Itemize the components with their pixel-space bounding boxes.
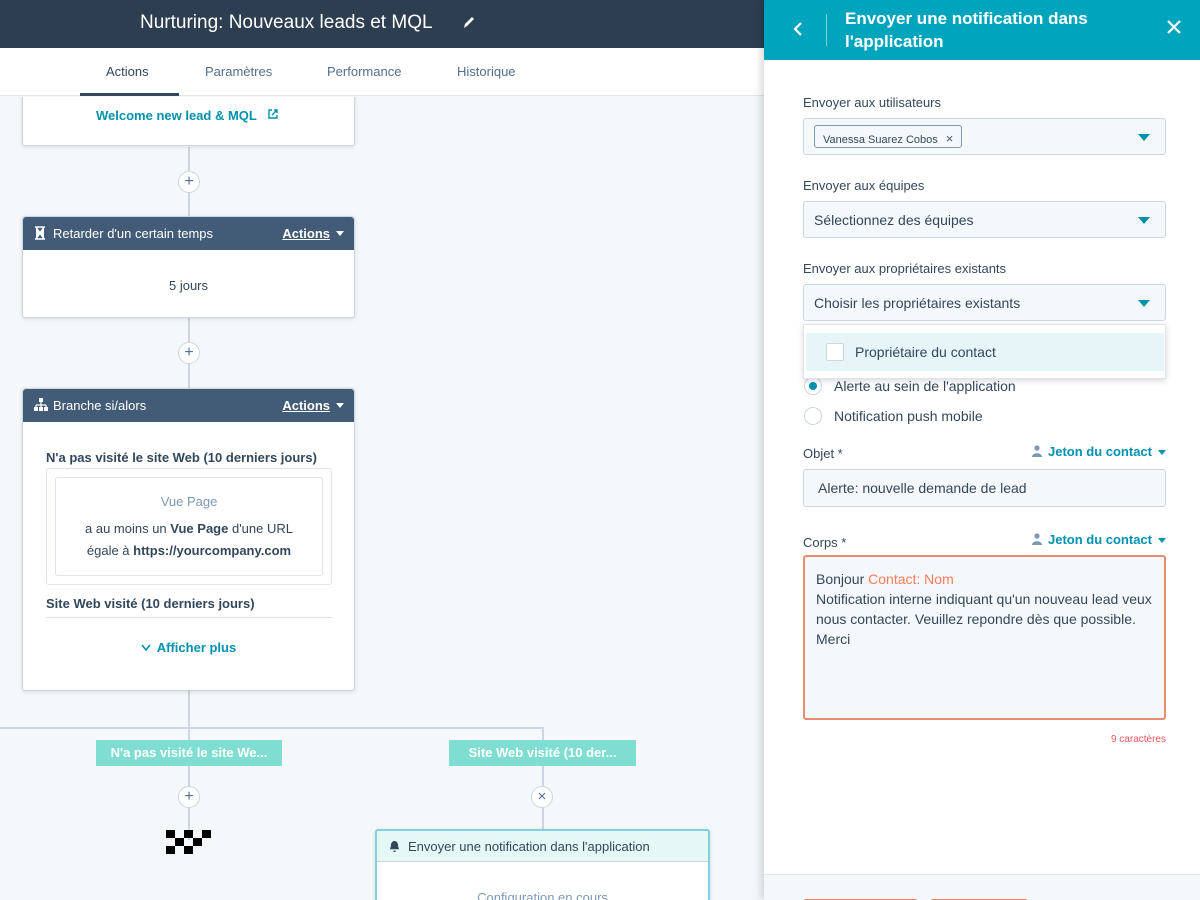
panel-title: Envoyer une notification dans l'applicat… [845,9,1088,51]
add-action-button[interactable]: + [178,342,200,364]
tab-bar: Actions Paramètres Performance Historiqu… [0,48,764,96]
contact-token-menu[interactable]: Jeton du contact [1031,532,1166,547]
card-title: Branche si/alors [53,398,147,413]
chevron-down-icon [336,231,344,236]
body-line-1: Bonjour Contact: Nom [816,571,954,587]
delay-action-card[interactable]: Retarder d'un certain temps Actions 5 jo… [22,216,355,318]
chevron-down-icon [141,644,151,652]
branch-condition-title: Site Web visité (10 derniers jours) [46,596,255,611]
teams-select[interactable]: Sélectionnez des équipes [803,201,1166,238]
filter-inner: Vue Page a au moins un Vue Page d'une UR… [55,477,323,576]
contact-token-menu[interactable]: Jeton du contact [1031,444,1166,459]
panel-header: Envoyer une notification dans l'applicat… [764,0,1200,60]
card-title: Retarder d'un certain temps [53,226,214,241]
show-more-link[interactable]: Afficher plus [23,640,354,655]
chevron-down-icon [1138,134,1150,141]
notification-action-card[interactable]: Envoyer une notification dans l'applicat… [375,829,710,900]
filter-line-1: a au moins un Vue Page d'une URL [85,521,293,536]
email-link[interactable]: Welcome new lead & MQL [96,108,257,123]
actions-menu[interactable]: Actions [282,226,330,241]
owners-label: Envoyer aux propriétaires existants [803,261,1007,276]
pencil-icon[interactable] [462,14,476,30]
card-header: Branche si/alors Actions [23,389,354,422]
hourglass-icon [35,226,45,240]
chevron-down-icon [1138,217,1150,224]
owners-select[interactable]: Choisir les propriétaires existants [803,284,1166,321]
body-textarea[interactable]: Bonjour Contact: Nom Notification intern… [803,555,1166,720]
delay-value: 5 jours [168,278,209,293]
checkbox[interactable] [826,343,844,361]
external-link-icon [268,109,278,119]
branch-condition-title: N'a pas visité le site Web (10 derniers … [46,450,317,465]
radio-in-app-alert[interactable] [804,377,822,395]
remove-action-button[interactable]: × [531,786,553,808]
divider [826,14,827,46]
dropdown-option-label: Propriétaire du contact [855,344,996,360]
tab-settings[interactable]: Paramètres [205,64,272,79]
person-icon [1031,533,1042,545]
radio-mobile-push[interactable] [804,407,822,425]
tab-history[interactable]: Historique [457,64,516,79]
action-side-panel: Envoyer une notification dans l'applicat… [764,0,1200,900]
radio-label: Notification push mobile [834,408,983,424]
actions-menu[interactable]: Actions [282,398,330,413]
teams-placeholder: Sélectionnez des équipes [814,212,974,228]
owners-placeholder: Choisir les propriétaires existants [814,295,1021,311]
tab-actions[interactable]: Actions [106,64,149,79]
card-title: Envoyer une notification dans l'applicat… [408,839,650,854]
card-status: Configuration en cours [477,890,608,900]
active-tab-indicator [80,93,179,96]
connector [0,727,544,729]
workflow-title: Nurturing: Nouveaux leads et MQL [140,12,433,33]
radio-label: Alerte au sein de l'application [834,378,1016,394]
user-chip[interactable]: Vanessa Suarez Cobos × [814,125,963,148]
end-flag-icon [166,830,211,854]
tab-performance[interactable]: Performance [327,64,401,79]
filter-box: Vue Page a au moins un Vue Page d'une UR… [46,468,332,585]
close-icon[interactable] [1166,19,1182,35]
add-action-button[interactable]: + [178,171,200,193]
object-input[interactable]: Alerte: nouvelle demande de lead [803,469,1166,507]
panel-footer [764,874,1200,900]
owners-dropdown-menu: Propriétaire du contact [803,324,1166,379]
filter-line-2: égale à https://yourcompany.com [86,543,292,558]
chevron-down-icon [1138,300,1150,307]
chevron-left-icon[interactable] [793,21,803,37]
add-action-button[interactable]: + [178,786,200,808]
bell-icon [389,841,400,852]
filter-title: Vue Page [160,494,218,509]
users-label: Envoyer aux utilisateurs [803,95,942,110]
branch-icon [34,398,48,411]
teams-label: Envoyer aux équipes [803,178,925,193]
object-label: Objet * [803,446,843,461]
workflow-canvas[interactable]: + + + × Welcome new lead & MQL Retarder … [0,97,764,900]
email-action-card[interactable]: Welcome new lead & MQL [22,97,355,146]
body-label: Corps * [803,535,847,550]
branch-label[interactable]: N'a pas visité le site We... [96,740,282,766]
branch-label[interactable]: Site Web visité (10 der... [449,740,636,766]
card-header: Envoyer une notification dans l'applicat… [377,831,708,862]
close-icon[interactable]: × [946,131,954,146]
person-icon [1031,445,1042,457]
workflow-header: Nurturing: Nouveaux leads et MQL [0,0,764,48]
users-select[interactable]: Vanessa Suarez Cobos × [803,118,1166,155]
branch-action-card[interactable]: Branche si/alors Actions N'a pas visité … [22,388,355,691]
body-sign: Merci [816,631,851,647]
dropdown-option[interactable]: Propriétaire du contact [806,333,1164,371]
char-count: 9 caractères [1110,734,1166,745]
user-chip-label: Vanessa Suarez Cobos [823,134,938,146]
body-text: Notification interne indiquant qu'un nou… [816,591,1152,627]
chevron-down-icon [336,403,344,408]
card-header: Retarder d'un certain temps Actions [23,217,354,250]
object-value: Alerte: nouvelle demande de lead [818,480,1027,496]
divider [46,617,332,618]
